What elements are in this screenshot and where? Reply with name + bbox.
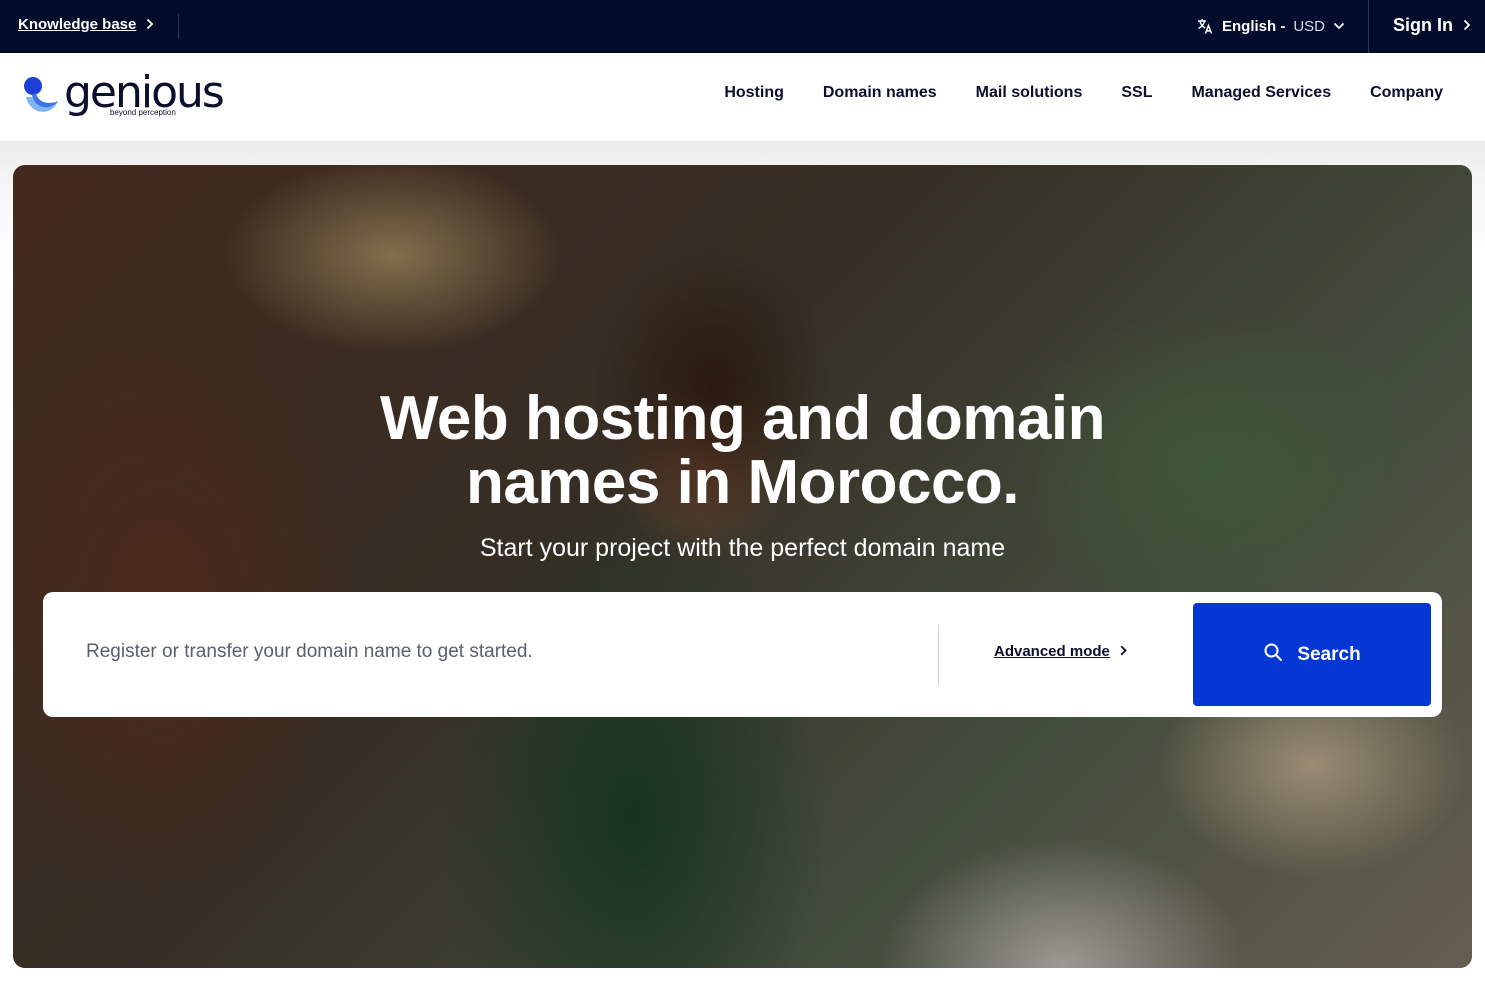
nav-item-domain-names[interactable]: Domain names (823, 84, 937, 102)
topbar-divider (178, 14, 179, 39)
hero-banner: Web hosting and domain names in Morocco.… (13, 165, 1472, 968)
logo-tagline: beyond perception (110, 108, 176, 117)
chevron-right-icon (146, 17, 154, 33)
nav-item-ssl[interactable]: SSL (1121, 84, 1152, 102)
nav-item-hosting[interactable]: Hosting (724, 84, 784, 102)
main-navigation: genious beyond perception Hosting Domain… (0, 53, 1485, 141)
language-label: English - (1222, 17, 1286, 35)
advanced-mode-label: Advanced mode (994, 643, 1110, 660)
logo-mark-icon (24, 77, 58, 112)
chevron-right-icon (1120, 643, 1127, 660)
hero-title-line-1: Web hosting and domain (380, 384, 1105, 453)
domain-search-box: Advanced mode Search (43, 592, 1442, 717)
knowledge-base-label: Knowledge base (18, 16, 137, 33)
chevron-down-icon (1333, 22, 1345, 30)
translate-icon (1196, 17, 1214, 35)
chevron-right-icon (1463, 15, 1471, 36)
hero-title: Web hosting and domain names in Morocco. (13, 387, 1472, 515)
search-divider (938, 625, 939, 685)
knowledge-base-link[interactable]: Knowledge base (18, 16, 154, 33)
logo[interactable]: genious beyond perception (22, 67, 225, 123)
nav-item-managed-services[interactable]: Managed Services (1191, 84, 1331, 102)
language-currency-selector[interactable]: English - USD (1196, 16, 1345, 36)
topbar-divider (1368, 0, 1369, 53)
nav-item-company[interactable]: Company (1370, 84, 1443, 102)
search-button-label: Search (1297, 643, 1361, 665)
sign-in-link[interactable]: Sign In (1393, 15, 1471, 36)
sign-in-label: Sign In (1393, 15, 1453, 35)
nav-item-mail-solutions[interactable]: Mail solutions (976, 84, 1083, 102)
hero-title-line-2: names in Morocco. (465, 448, 1020, 517)
search-icon (1263, 642, 1283, 668)
advanced-mode-link[interactable]: Advanced mode (994, 643, 1127, 660)
search-button[interactable]: Search (1193, 603, 1431, 706)
domain-search-input[interactable] (86, 634, 926, 670)
currency-label: USD (1293, 17, 1326, 35)
top-bar: Knowledge base English - USD Sign In (0, 0, 1485, 53)
nav-menu: Hosting Domain names Mail solutions SSL … (724, 84, 1443, 102)
hero-subtitle: Start your project with the perfect doma… (479, 534, 1006, 562)
